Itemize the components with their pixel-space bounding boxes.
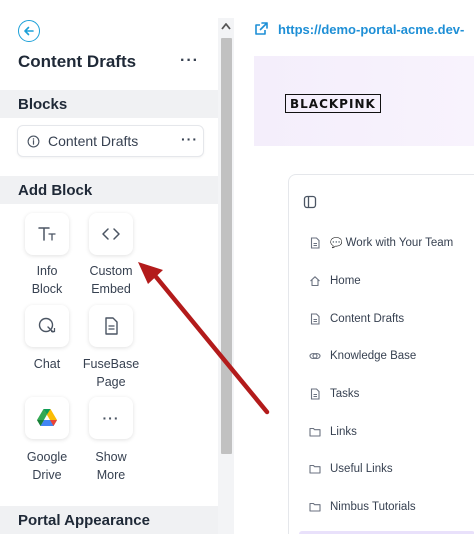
more-icon: ···: [102, 410, 120, 426]
page-title: Content Drafts: [18, 52, 137, 71]
tile-label-line2: Drive: [32, 468, 62, 482]
portal-appearance-heading: Portal Appearance: [18, 512, 150, 529]
tile-label-line1: Info: [36, 264, 58, 278]
more-options-button[interactable]: ···: [180, 52, 199, 70]
tile-label-line1: FuseBase: [82, 357, 140, 371]
nav-item-work-with-your-team[interactable]: 💬 Work with Your Team: [309, 233, 453, 253]
nav-item-label: Links: [330, 426, 357, 438]
block-item-more-button[interactable]: ···: [181, 131, 198, 147]
portal-logo: BLACKPINK: [285, 94, 381, 113]
nav-item-label: Tasks: [330, 388, 360, 400]
nav-item-useful-links[interactable]: Useful Links: [309, 459, 393, 479]
custom-embed-tile[interactable]: [89, 213, 133, 255]
custom-embed-label: Custom Embed: [76, 262, 146, 298]
text-format-icon: [38, 227, 56, 241]
tile-label-line1: Show: [95, 450, 127, 464]
portal-preview: https://demo-portal-acme.dev- BLACKPINK …: [238, 0, 474, 534]
nav-item-home[interactable]: Home: [309, 271, 361, 291]
scrollbar-thumb[interactable]: [221, 38, 232, 454]
nav-item-tasks[interactable]: Tasks: [309, 384, 359, 404]
google-drive-tile[interactable]: [25, 397, 69, 439]
url-bar[interactable]: https://demo-portal-acme.dev-: [238, 16, 474, 46]
chat-icon: [38, 317, 56, 333]
nav-item-nimbus-tutorials[interactable]: Nimbus Tutorials: [309, 497, 416, 517]
nav-item-label: Home: [330, 275, 361, 287]
document-icon: [310, 313, 320, 325]
scroll-up-arrow-icon[interactable]: [221, 22, 231, 30]
nav-item-links[interactable]: Links: [309, 422, 357, 442]
document-icon: [310, 388, 320, 400]
portal-appearance-section-header[interactable]: Portal Appearance: [0, 506, 218, 534]
add-block-heading: Add Block: [18, 182, 93, 199]
blocks-heading: Blocks: [18, 96, 68, 113]
external-link-icon[interactable]: [254, 22, 268, 36]
tile-label-line2: Embed: [91, 282, 131, 296]
nav-item-label: Knowledge Base: [330, 350, 417, 362]
nav-item-label: 💬 Work with Your Team: [330, 237, 453, 249]
chat-label: Chat: [12, 355, 82, 373]
code-icon: [102, 228, 120, 240]
nav-item-content-drafts[interactable]: Content Drafts: [309, 309, 404, 329]
fusebase-page-tile[interactable]: [89, 305, 133, 347]
block-item-label: Content Drafts: [48, 133, 139, 149]
tile-label-line1: Chat: [33, 357, 61, 371]
portal-url-link[interactable]: https://demo-portal-acme.dev-: [278, 22, 464, 37]
info-block-label: Info Block: [12, 262, 82, 298]
document-icon: [310, 237, 320, 249]
nav-item-text: Work with Your Team: [345, 237, 454, 249]
nav-item-label: Useful Links: [330, 463, 393, 475]
back-button[interactable]: [18, 20, 40, 42]
nav-item-label: Content Drafts: [330, 313, 405, 325]
show-more-tile[interactable]: ···: [89, 397, 133, 439]
speech-bubble-icon: 💬: [330, 238, 343, 249]
home-icon: [310, 276, 320, 287]
info-icon: [27, 135, 40, 148]
folder-icon: [309, 464, 321, 474]
sidebar-scrollbar[interactable]: [218, 18, 234, 534]
blocks-section-header: Blocks: [0, 90, 218, 118]
block-item-content-drafts[interactable]: Content Drafts ···: [17, 125, 204, 157]
arrow-left-icon: [24, 26, 34, 36]
sidebar-panel: Content Drafts ··· Blocks Content Drafts…: [0, 0, 218, 534]
tile-label-line1: Google: [26, 450, 68, 464]
add-block-section-header: Add Block: [0, 176, 218, 204]
fusebase-page-label: FuseBase Page: [76, 355, 146, 391]
tile-label-line2: Block: [31, 282, 63, 296]
folder-icon: [309, 502, 321, 512]
chat-tile[interactable]: [25, 305, 69, 347]
google-drive-icon: [37, 409, 57, 426]
portal-nav-panel: 💬 Work with Your Team Home Content Draft…: [288, 174, 474, 534]
portal-header-banner: BLACKPINK: [254, 56, 474, 146]
tile-label-line1: Custom: [89, 264, 133, 278]
info-block-tile[interactable]: [25, 213, 69, 255]
google-drive-label: Google Drive: [12, 448, 82, 484]
tile-label-line2: More: [96, 468, 126, 482]
tile-label-line2: Page: [96, 375, 126, 389]
link-chain-icon: [309, 352, 321, 360]
sidebar-toggle-icon[interactable]: [303, 195, 317, 209]
document-icon: [105, 317, 118, 335]
show-more-label: Show More: [76, 448, 146, 484]
folder-icon: [309, 427, 321, 437]
nav-item-knowledge-base[interactable]: Knowledge Base: [309, 346, 416, 366]
nav-item-label: Nimbus Tutorials: [330, 501, 416, 513]
